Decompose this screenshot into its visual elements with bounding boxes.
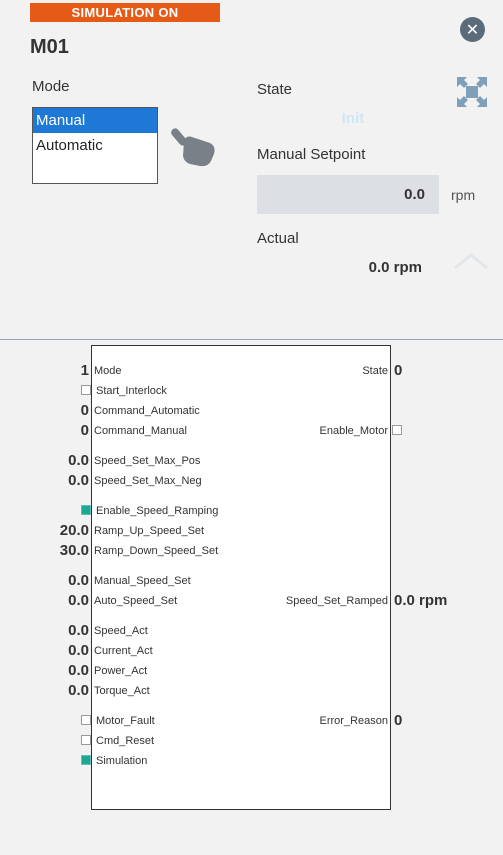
mode-option-automatic[interactable]: Automatic [33,133,157,158]
checkbox-motor-fault[interactable] [81,715,91,725]
pin-label-command-automatic: Command_Automatic [94,405,200,417]
actual-label: Actual [257,230,299,247]
pin-label-speed-set-ramped: Speed_Set_Ramped [285,595,388,607]
pin-label-enable-speed-ramping: Enable_Speed_Ramping [96,505,219,517]
pin-value-ramp-up-speed-set: 20.0 [59,522,89,539]
pin-value-error-reason: 0 [394,712,403,729]
pin-value-command-automatic: 0 [80,402,89,419]
pin-label-ramp-up-speed-set: Ramp_Up_Speed_Set [94,525,205,537]
mode-listbox[interactable]: Manual Automatic [32,107,158,184]
mode-label: Mode [32,78,70,95]
hand-pointer-icon [171,128,215,167]
pin-value-auto-speed-set: 0.0 [68,592,89,609]
pin-value-speed-act: 0.0 [68,622,89,639]
page-title: M01 [30,36,69,58]
pin-label-speed-set-max-pos: Speed_Set_Max_Pos [94,455,201,467]
pin-label-cmd-reset: Cmd_Reset [96,735,155,747]
pin-label-speed-set-max-neg: Speed_Set_Max_Neg [94,475,202,487]
pin-value-speed-set-max-neg: 0.0 [68,472,89,489]
pin-value-power-act: 0.0 [68,662,89,679]
pin-value-state: 0 [394,362,403,379]
chevron-up-icon[interactable] [452,251,490,271]
pin-label-auto-speed-set: Auto_Speed_Set [94,595,178,607]
pin-label-ramp-down-speed-set: Ramp_Down_Speed_Set [94,545,219,557]
pin-label-motor-fault: Motor_Fault [96,715,155,727]
checkbox-simulation[interactable] [81,755,91,765]
pin-label-state: State [362,365,388,377]
pin-label-simulation: Simulation [96,755,148,767]
pin-value-current-act: 0.0 [68,642,89,659]
close-icon: ✕ [465,20,480,39]
pin-label-error-reason: Error_Reason [319,715,388,727]
mode-option-manual[interactable]: Manual [33,108,157,133]
pin-value-command-manual: 0 [80,422,89,439]
pin-label-torque-act: Torque_Act [94,685,150,697]
checkbox-enable-motor[interactable] [392,425,402,435]
pin-value-manual-speed-set: 0.0 [68,572,89,589]
pin-label-enable-motor: Enable_Motor [319,425,389,437]
pin-value-mode: 1 [80,362,89,379]
divider [0,339,503,340]
pin-value-speed-set-max-pos: 0.0 [68,452,89,469]
state-label: State [257,81,293,98]
pin-label-manual-speed-set: Manual_Speed_Set [94,575,191,587]
pin-label-current-act: Current_Act [94,645,153,657]
checkbox-cmd-reset[interactable] [81,735,91,745]
pin-value-ramp-down-speed-set: 30.0 [59,542,89,559]
simulation-banner: SIMULATION ON [30,3,220,22]
pin-label-start-interlock: Start_Interlock [96,385,167,397]
checkbox-enable-speed-ramping[interactable] [81,505,91,515]
checkbox-start-interlock[interactable] [81,385,91,395]
manual-setpoint-label: Manual Setpoint [257,146,366,163]
pin-value-torque-act: 0.0 [68,682,89,699]
manual-setpoint-input[interactable] [257,175,439,214]
pin-label-power-act: Power_Act [94,665,148,677]
setpoint-unit: rpm [451,187,476,203]
pin-value-speed-set-ramped: 0.0 rpm [394,592,448,609]
expand-icon[interactable] [456,76,488,108]
close-button[interactable]: ✕ [460,17,485,42]
actual-value: 0.0 rpm [368,259,422,276]
pin-label-command-manual: Command_Manual [94,425,187,437]
pin-label-speed-act: Speed_Act [94,625,148,637]
pin-label-mode: Mode [94,365,122,377]
state-value: Init [341,110,365,127]
